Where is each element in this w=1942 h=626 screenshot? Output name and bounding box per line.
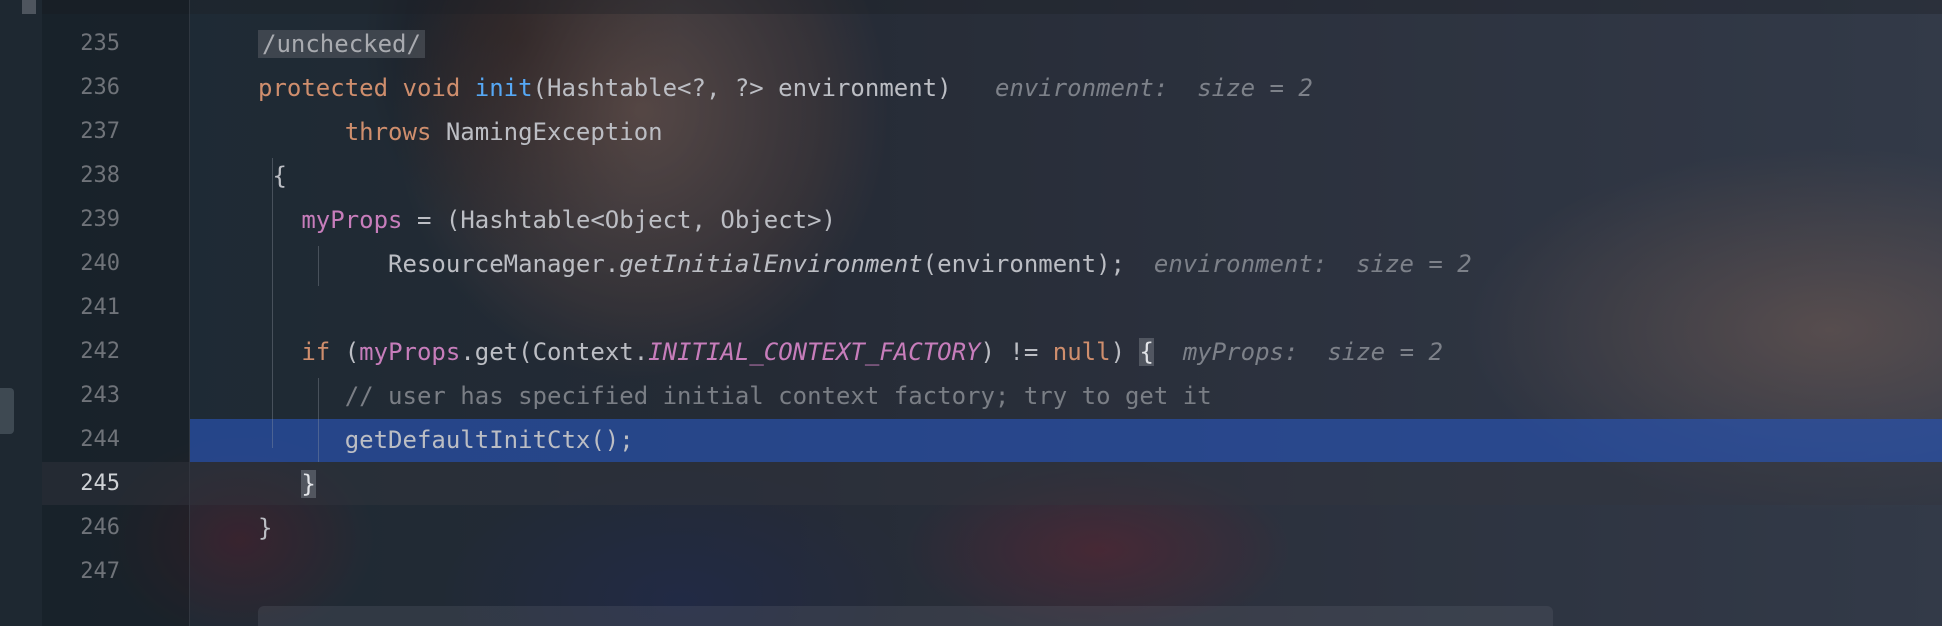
line-number[interactable]: 241 bbox=[42, 290, 120, 334]
editor-top-band bbox=[42, 0, 1942, 14]
line-number[interactable]: 235 bbox=[42, 26, 120, 70]
method-name: init bbox=[474, 74, 533, 102]
comparison: ) != bbox=[980, 338, 1053, 366]
field-myprops: myProps bbox=[359, 338, 461, 366]
strip-marker[interactable] bbox=[0, 388, 14, 434]
horizontal-scrollbar[interactable] bbox=[258, 606, 1553, 626]
code-area[interactable]: /unchecked/ protected void init(Hashtabl… bbox=[258, 26, 1942, 598]
code-line-239[interactable]: myProps = (Hashtable<Object, Object>) bbox=[258, 202, 1942, 246]
code-line-243[interactable]: // user has specified initial context fa… bbox=[258, 378, 1942, 422]
gutter-divider bbox=[189, 0, 190, 626]
annotation-token: /unchecked/ bbox=[258, 30, 425, 58]
code-line-247[interactable] bbox=[258, 554, 1942, 598]
get-call: .get(Context. bbox=[460, 338, 649, 366]
tool-window-strip[interactable] bbox=[0, 0, 42, 626]
line-number[interactable]: 246 bbox=[42, 510, 120, 554]
inline-value-hint[interactable]: environment: size = 2 bbox=[1154, 250, 1472, 278]
call-args: (environment); bbox=[922, 250, 1125, 278]
line-number[interactable]: 239 bbox=[42, 202, 120, 246]
class-reference: ResourceManager. bbox=[388, 250, 620, 278]
static-constant: INITIAL_CONTEXT_FACTORY bbox=[648, 338, 981, 366]
method-params: (Hashtable<?, ?> environment) bbox=[532, 74, 952, 102]
inline-value-hint[interactable]: environment: size = 2 bbox=[995, 74, 1313, 102]
line-number-current[interactable]: 245 bbox=[42, 466, 120, 510]
line-number[interactable]: 237 bbox=[42, 114, 120, 158]
line-number[interactable]: 247 bbox=[42, 554, 120, 598]
close-brace: } bbox=[258, 514, 273, 542]
code-line-235[interactable]: /unchecked/ bbox=[258, 26, 1942, 70]
paren-close: ) bbox=[1110, 338, 1140, 366]
line-number[interactable]: 236 bbox=[42, 70, 120, 114]
code-line-240[interactable]: ResourceManager.getInitialEnvironment(en… bbox=[258, 246, 1942, 290]
method-call: getDefaultInitCtx(); bbox=[344, 426, 634, 454]
inline-value-hint[interactable]: myProps: size = 2 bbox=[1183, 338, 1443, 366]
code-line-246[interactable]: } bbox=[258, 510, 1942, 554]
exception-type: NamingException bbox=[445, 118, 663, 146]
matched-brace: } bbox=[301, 470, 316, 498]
keyword-protected: protected bbox=[258, 74, 389, 102]
open-brace: { bbox=[272, 162, 287, 190]
line-number[interactable]: 242 bbox=[42, 334, 120, 378]
keyword-void: void bbox=[402, 74, 461, 102]
matched-brace: { bbox=[1139, 338, 1154, 366]
code-line-245[interactable]: } bbox=[258, 466, 1942, 510]
field-myprops: myProps bbox=[301, 206, 403, 234]
code-line-236[interactable]: protected void init(Hashtable<?, ?> envi… bbox=[258, 70, 1942, 114]
line-numbers[interactable]: 235 236 237 238 239 240 241 242 243 244 … bbox=[42, 26, 120, 598]
code-line-237[interactable]: throws NamingException bbox=[258, 114, 1942, 158]
line-number[interactable]: 244 bbox=[42, 422, 120, 466]
paren-open: ( bbox=[330, 338, 360, 366]
keyword-null: null bbox=[1052, 338, 1111, 366]
code-line-238[interactable]: { bbox=[258, 158, 1942, 202]
cast-expression: = (Hashtable<Object, Object>) bbox=[402, 206, 836, 234]
keyword-if: if bbox=[301, 338, 331, 366]
static-method-call: getInitialEnvironment bbox=[619, 250, 923, 278]
line-number[interactable]: 240 bbox=[42, 246, 120, 290]
code-line-244[interactable]: getDefaultInitCtx(); bbox=[258, 422, 1942, 466]
line-number[interactable]: 238 bbox=[42, 158, 120, 202]
keyword-throws: throws bbox=[344, 118, 432, 146]
line-number[interactable]: 243 bbox=[42, 378, 120, 422]
code-line-242[interactable]: if (myProps.get(Context.INITIAL_CONTEXT_… bbox=[258, 334, 1942, 378]
code-comment: // user has specified initial context fa… bbox=[344, 382, 1212, 410]
top-scroll-marker bbox=[22, 0, 36, 14]
code-line-241[interactable] bbox=[258, 290, 1942, 334]
